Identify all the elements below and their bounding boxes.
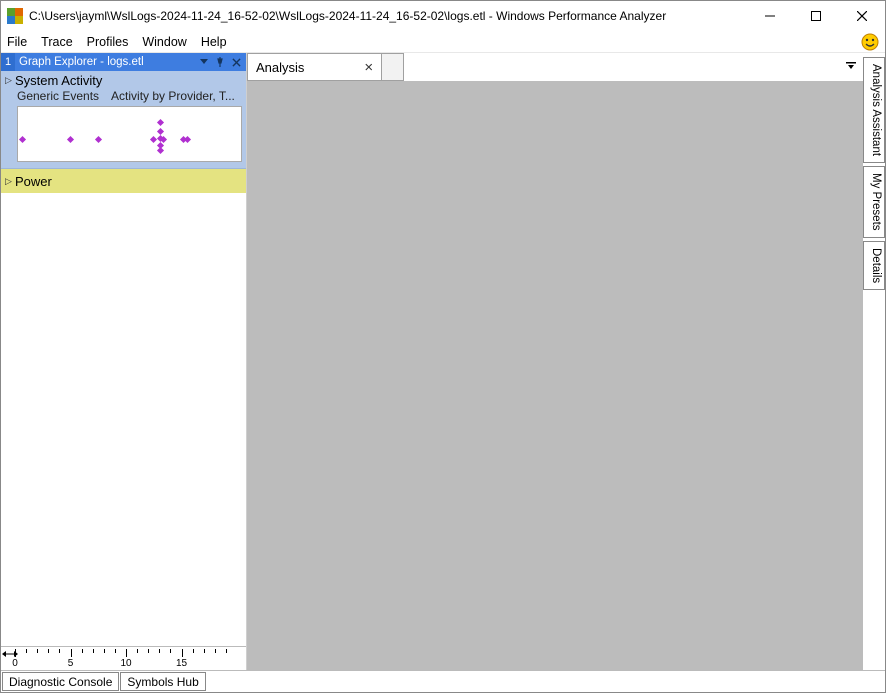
graph-explorer-header: 1 Graph Explorer - logs.etl — [1, 53, 246, 71]
thumbnail-chart[interactable] — [17, 106, 242, 162]
minimize-button[interactable] — [747, 1, 793, 31]
chart-preset-label: Activity by Provider, T... — [111, 89, 235, 103]
tab-analysis[interactable]: Analysis × — [247, 53, 382, 81]
analysis-workarea — [247, 81, 863, 670]
expand-icon[interactable]: ▷ — [5, 176, 15, 187]
panel-close-icon[interactable] — [229, 55, 243, 69]
tabstrip-options-icon[interactable] — [843, 57, 859, 73]
window-title: C:\Users\jayml\WslLogs-2024-11-24_16-52-… — [29, 9, 747, 23]
diagnostic-console-button[interactable]: Diagnostic Console — [2, 672, 119, 691]
section-system-activity[interactable]: ▷ System Activity Generic Events Activit… — [1, 71, 246, 169]
tab-label: Analysis — [256, 60, 304, 75]
chart-title-generic-events: Generic Events — [17, 89, 99, 103]
new-tab-button[interactable] — [382, 53, 404, 81]
section-label-system-activity: System Activity — [15, 73, 102, 88]
tab-my-presets[interactable]: My Presets — [863, 166, 885, 238]
symbols-hub-button[interactable]: Symbols Hub — [120, 672, 205, 691]
close-button[interactable] — [839, 1, 885, 31]
main-area: 1 Graph Explorer - logs.etl ▷ System Act… — [1, 53, 885, 670]
analysis-tabstrip: Analysis × — [247, 53, 863, 81]
maximize-button[interactable] — [793, 1, 839, 31]
right-dock-tabs: Analysis Assistant My Presets Details — [863, 53, 885, 670]
timeline-ruler[interactable]: 051015 — [1, 646, 246, 670]
graph-explorer-title: Graph Explorer - logs.etl — [15, 56, 197, 68]
menu-file[interactable]: File — [7, 35, 27, 49]
tab-details[interactable]: Details — [863, 241, 885, 290]
menu-bar: File Trace Profiles Window Help — [1, 31, 885, 53]
section-power[interactable]: ▷ Power — [1, 169, 246, 193]
graph-explorer-pane: 1 Graph Explorer - logs.etl ▷ System Act… — [1, 53, 247, 670]
graph-explorer-index: 1 — [1, 53, 15, 71]
section-label-power: Power — [15, 174, 52, 189]
menu-profiles[interactable]: Profiles — [87, 35, 129, 49]
panel-dropdown-icon[interactable] — [197, 55, 211, 69]
title-bar: C:\Users\jayml\WslLogs-2024-11-24_16-52-… — [1, 1, 885, 31]
menu-window[interactable]: Window — [142, 35, 186, 49]
menu-help[interactable]: Help — [201, 35, 227, 49]
window-controls — [747, 1, 885, 31]
analysis-pane: Analysis × — [247, 53, 863, 670]
menu-trace[interactable]: Trace — [41, 35, 73, 49]
expand-icon[interactable]: ▷ — [5, 75, 15, 86]
tab-analysis-assistant[interactable]: Analysis Assistant — [863, 57, 885, 163]
panel-pin-icon[interactable] — [213, 55, 227, 69]
app-icon — [7, 8, 23, 24]
tab-close-icon[interactable]: × — [364, 60, 373, 75]
status-bar: Diagnostic Console Symbols Hub — [1, 670, 885, 692]
feedback-icon[interactable] — [861, 33, 879, 51]
